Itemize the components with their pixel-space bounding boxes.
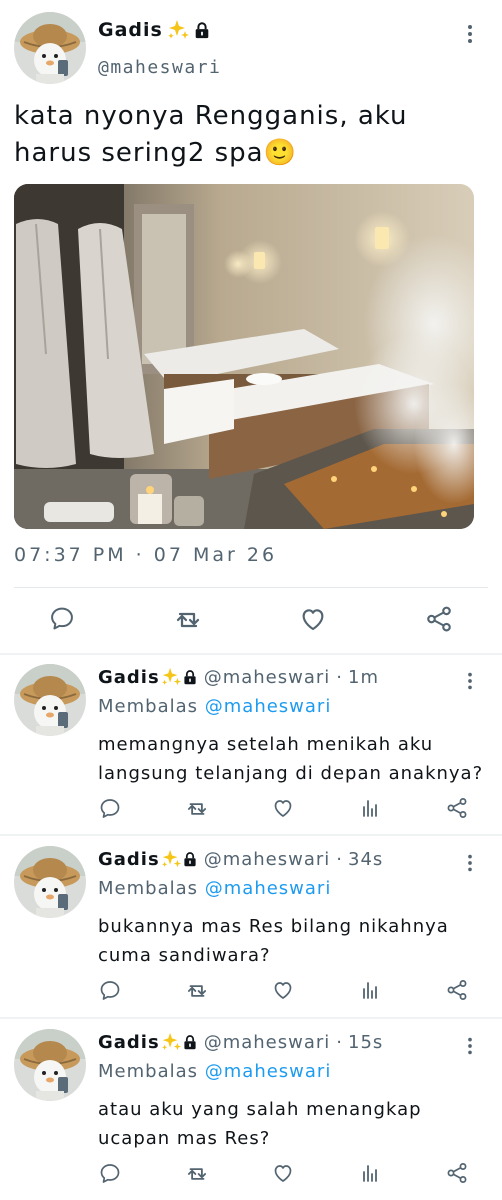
avatar[interactable] (14, 664, 86, 736)
reply-actions (0, 1161, 502, 1187)
divider (0, 653, 502, 655)
author-handle[interactable]: @maheswari (204, 849, 331, 870)
reply-time[interactable]: 34s (348, 849, 383, 870)
avatar-image (14, 12, 86, 84)
reply-tweet[interactable]: Gadis @maheswari · 34s Membalas @maheswa… (0, 838, 502, 1020)
lock-icon (182, 669, 198, 685)
share-icon[interactable] (445, 1161, 469, 1185)
like-icon[interactable] (271, 978, 295, 1002)
sparkles-icon (160, 848, 182, 870)
avatar-image (14, 664, 86, 736)
mention-link[interactable]: @maheswari (205, 1061, 332, 1082)
replying-to: Membalas @maheswari (98, 1061, 331, 1082)
separator-dot: · (336, 1031, 343, 1053)
display-name[interactable]: Gadis (98, 667, 160, 688)
stats-icon[interactable] (358, 796, 382, 820)
replying-to: Membalas @maheswari (98, 696, 331, 717)
tweet-text: kata nyonya Rengganis, aku harus sering2… (14, 101, 408, 168)
like-icon[interactable] (271, 1161, 295, 1185)
like-icon[interactable] (298, 604, 328, 634)
share-icon[interactable] (424, 604, 454, 634)
tweet-timestamp[interactable]: 07:37 PM · 07 Mar 26 (14, 544, 277, 566)
lock-icon (182, 1034, 198, 1050)
replying-to: Membalas @maheswari (98, 878, 331, 899)
author-name[interactable]: Gadis (98, 18, 211, 42)
divider (0, 834, 502, 836)
tweet-image[interactable] (14, 184, 474, 529)
sparkles-icon (160, 666, 182, 688)
display-name[interactable]: Gadis (98, 19, 163, 41)
reply-tweet[interactable]: Gadis @maheswari · 15s Membalas @maheswa… (0, 1021, 502, 1200)
author-handle[interactable]: @maheswari (98, 57, 221, 78)
more-options-icon[interactable] (466, 1035, 474, 1057)
main-tweet: Gadis @maheswari kata nyonya Rengganis, … (0, 0, 502, 655)
avatar[interactable] (14, 846, 86, 918)
stats-icon[interactable] (358, 1161, 382, 1185)
mention-link[interactable]: @maheswari (205, 878, 332, 899)
spa-photo (14, 184, 474, 529)
reply-text: bukannya mas Res bilang nikahnya cuma sa… (98, 916, 449, 966)
display-name[interactable]: Gadis (98, 849, 160, 870)
reply-header: Gadis @maheswari · 34s (98, 848, 383, 870)
replying-label: Membalas (98, 878, 199, 899)
replying-label: Membalas (98, 696, 199, 717)
reply-actions (0, 978, 502, 1004)
sparkles-icon (160, 1031, 182, 1053)
separator-dot: · (336, 848, 343, 870)
reply-icon[interactable] (98, 796, 122, 820)
mention-link[interactable]: @maheswari (205, 696, 332, 717)
tweet-actions (0, 604, 502, 638)
retweet-icon[interactable] (184, 978, 210, 1004)
lock-icon (193, 21, 211, 39)
reply-time[interactable]: 15s (348, 1032, 383, 1053)
reply-text: memangnya setelah menikah aku langsung t… (98, 734, 484, 784)
retweet-icon[interactable] (184, 796, 210, 822)
avatar[interactable] (14, 12, 86, 84)
like-icon[interactable] (271, 796, 295, 820)
share-icon[interactable] (445, 978, 469, 1002)
retweet-icon[interactable] (184, 1161, 210, 1187)
reply-time[interactable]: 1m (348, 667, 379, 688)
sparkles-icon (166, 18, 190, 42)
author-handle[interactable]: @maheswari (204, 667, 331, 688)
separator-dot: · (336, 666, 343, 688)
divider (14, 587, 488, 588)
reply-header: Gadis @maheswari · 15s (98, 1031, 383, 1053)
avatar[interactable] (14, 1029, 86, 1101)
reply-tweet[interactable]: Gadis @maheswari · 1m Membalas @maheswar… (0, 656, 502, 838)
replying-label: Membalas (98, 1061, 199, 1082)
reply-header: Gadis @maheswari · 1m (98, 666, 379, 688)
divider (0, 1017, 502, 1019)
retweet-icon[interactable] (172, 604, 204, 636)
display-name[interactable]: Gadis (98, 1032, 160, 1053)
share-icon[interactable] (445, 796, 469, 820)
reply-icon[interactable] (48, 604, 76, 632)
stats-icon[interactable] (358, 978, 382, 1002)
more-options-icon[interactable] (466, 852, 474, 874)
reply-icon[interactable] (98, 1161, 122, 1185)
reply-actions (0, 796, 502, 822)
avatar-image (14, 846, 86, 918)
more-options-icon[interactable] (466, 22, 474, 46)
more-options-icon[interactable] (466, 670, 474, 692)
reply-icon[interactable] (98, 978, 122, 1002)
author-handle[interactable]: @maheswari (204, 1032, 331, 1053)
avatar-image (14, 1029, 86, 1101)
reply-text: atau aku yang salah menangkap ucapan mas… (98, 1099, 422, 1149)
lock-icon (182, 851, 198, 867)
